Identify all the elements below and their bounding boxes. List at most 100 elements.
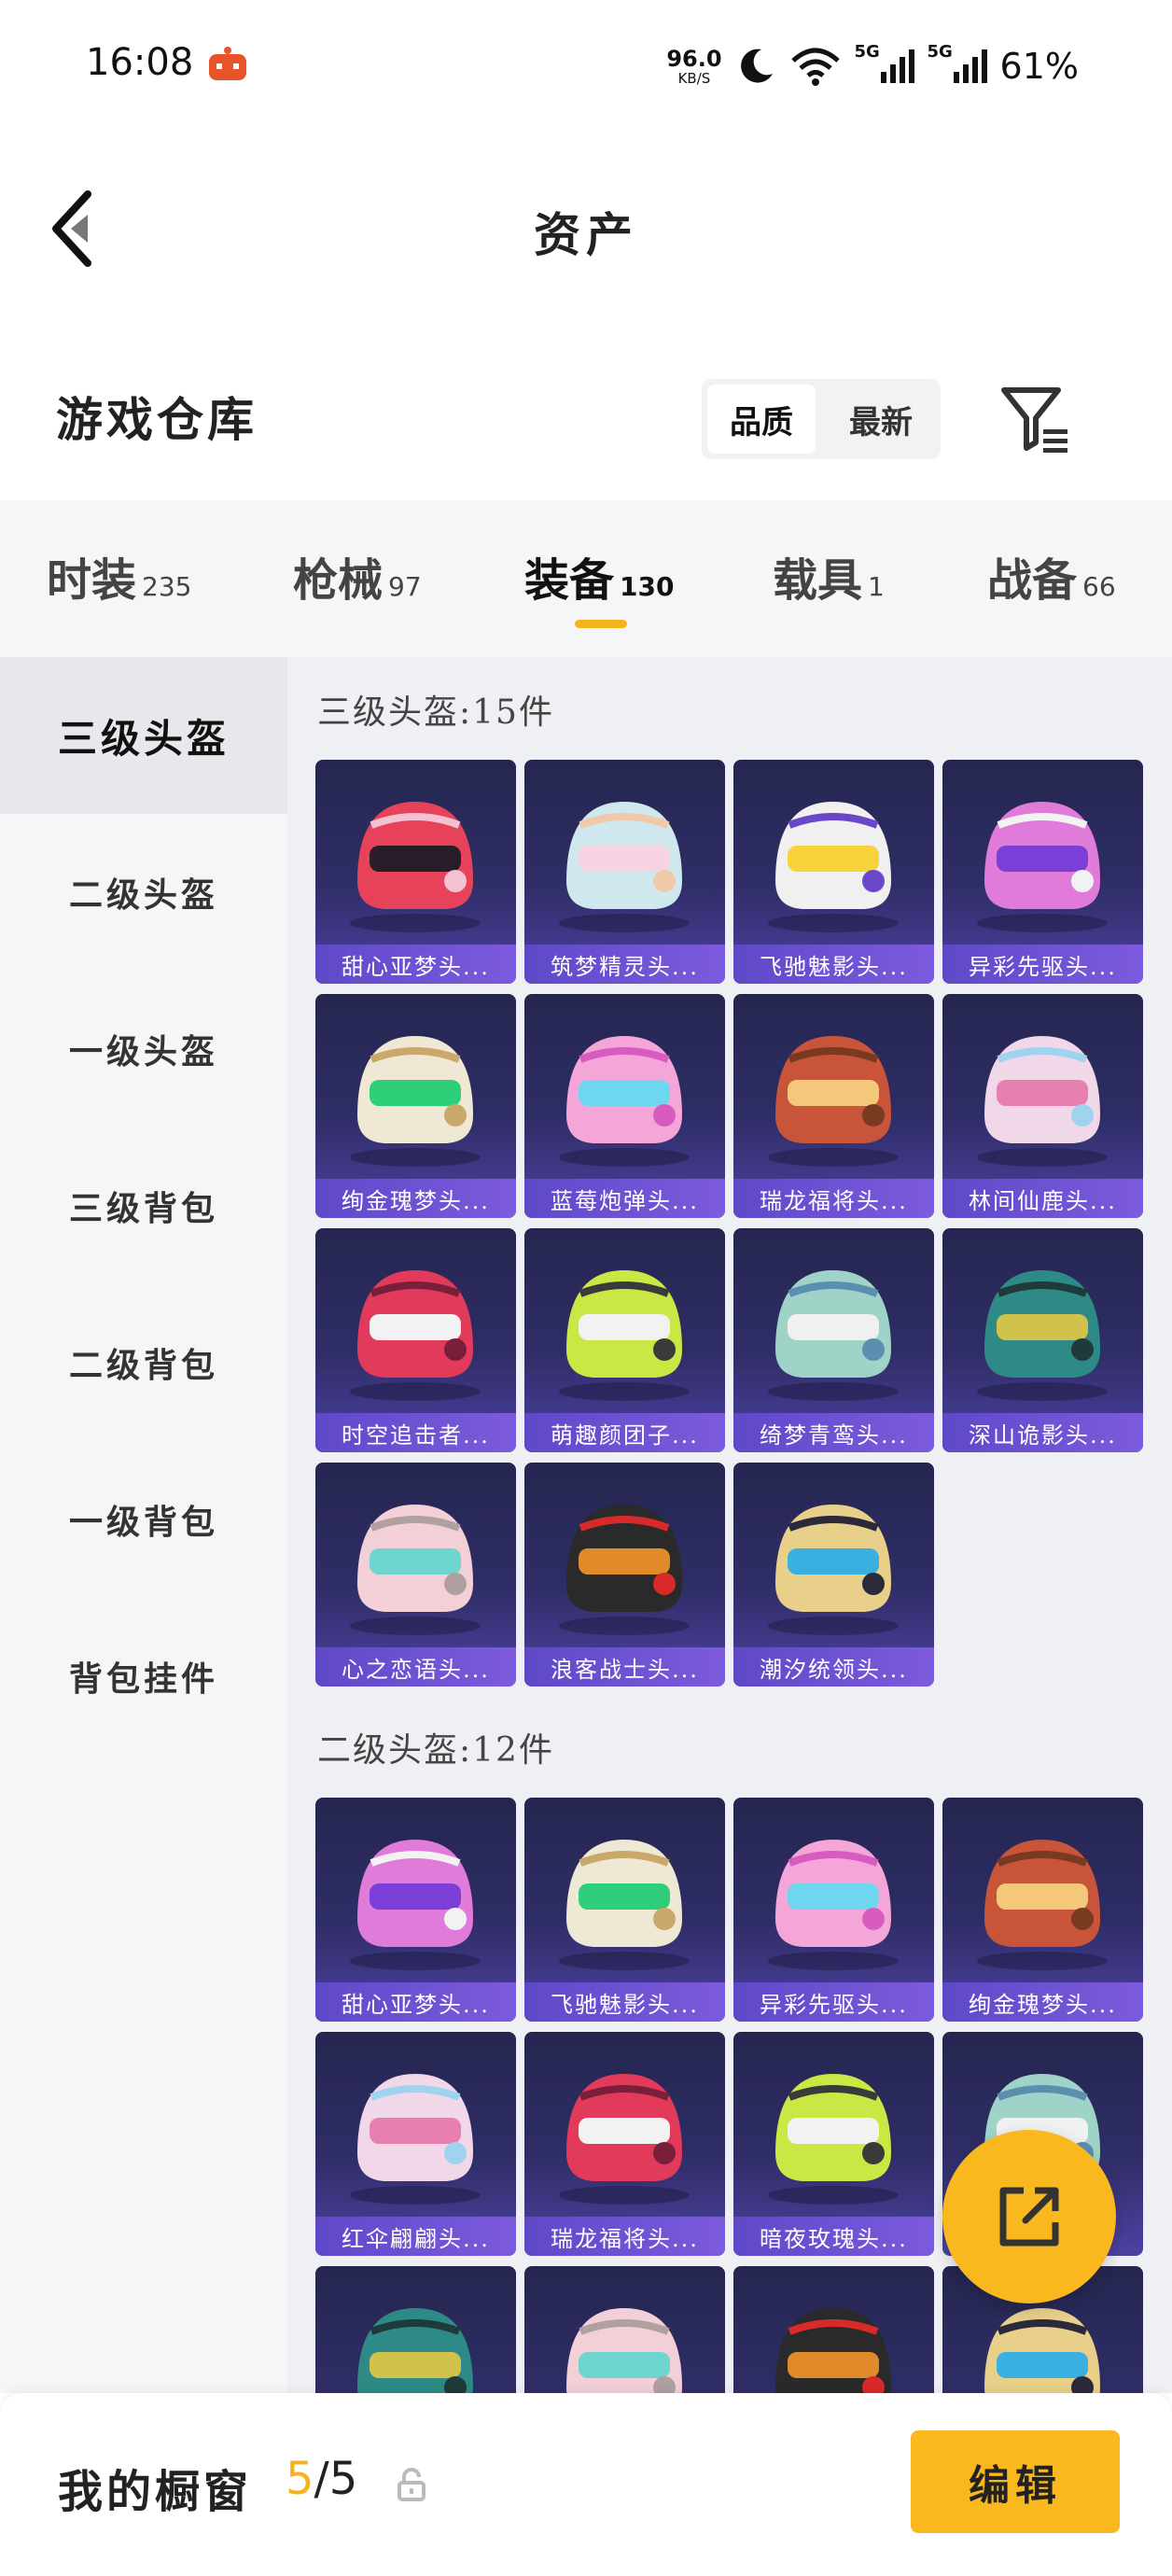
- share-button[interactable]: [942, 2130, 1116, 2303]
- item-card-label: 异彩先驱头...: [733, 1982, 934, 2022]
- helmet-icon: [559, 1505, 690, 1635]
- item-card[interactable]: 林间仙鹿头...: [942, 994, 1143, 1218]
- item-card[interactable]: 萌趣颜团子...: [524, 1228, 725, 1452]
- section-heading: 三级头盔:15件: [317, 693, 554, 732]
- item-card[interactable]: 筑梦精灵头...: [524, 760, 725, 984]
- item-card-label: 绚金瑰梦头...: [315, 1179, 516, 1218]
- helmet-icon: [768, 1036, 899, 1167]
- item-card[interactable]: [733, 2266, 934, 2393]
- helmet-icon: [768, 2074, 899, 2205]
- sidebar-item-backpack-charm[interactable]: 背包挂件: [0, 1598, 287, 1755]
- item-card[interactable]: 绚金瑰梦头...: [942, 1798, 1143, 2022]
- showcase-count: 5/5: [286, 2453, 358, 2505]
- item-card[interactable]: 甜心亚梦头...: [315, 1798, 516, 2022]
- item-card[interactable]: 深山诡影头...: [942, 1228, 1143, 1452]
- header: 资产: [0, 131, 1172, 308]
- item-card[interactable]: [315, 2266, 516, 2393]
- moon-icon: [740, 49, 773, 83]
- sidebar-item-level2-helmet[interactable]: 二级头盔: [0, 814, 287, 971]
- app-notification-icon: [209, 47, 246, 80]
- item-card[interactable]: 红伞翩翩头...: [315, 2032, 516, 2256]
- item-card-label: 异彩先驱头...: [942, 945, 1143, 984]
- helmet-icon: [350, 1270, 481, 1401]
- tab-firearms[interactable]: 枪械 97: [293, 543, 422, 609]
- item-card-label: 甜心亚梦头...: [315, 945, 516, 984]
- sidebar-item-level2-backpack[interactable]: 二级背包: [0, 1284, 287, 1441]
- item-card[interactable]: 绮梦青鸾头...: [733, 1228, 934, 1452]
- item-card-label: 筑梦精灵头...: [524, 945, 725, 984]
- item-card-label: 蓝莓炮弹头...: [524, 1179, 725, 1218]
- item-card-label: 心之恋语头...: [315, 1647, 516, 1687]
- sort-latest-button[interactable]: 最新: [827, 385, 935, 454]
- item-card[interactable]: 心之恋语头...: [315, 1463, 516, 1687]
- tab-supplies[interactable]: 战备 66: [987, 543, 1116, 609]
- category-tabs: 时装 235 枪械 97 装备 130 载具 1 战备 66: [0, 500, 1172, 657]
- item-card[interactable]: 浪客战士头...: [524, 1463, 725, 1687]
- sort-quality-button[interactable]: 品质: [707, 385, 816, 454]
- item-card[interactable]: 甜心亚梦头...: [315, 760, 516, 984]
- signal-icon-2: 5G: [928, 42, 987, 83]
- item-card[interactable]: 飞驰魅影头...: [733, 760, 934, 984]
- helmet-icon: [768, 802, 899, 932]
- helmet-icon: [559, 1270, 690, 1401]
- item-card-label: 林间仙鹿头...: [942, 1179, 1143, 1218]
- wifi-icon: [790, 48, 840, 86]
- helmet-icon: [977, 1270, 1108, 1401]
- filter-icon[interactable]: [998, 383, 1073, 457]
- item-card[interactable]: 瑞龙福将头...: [733, 994, 934, 1218]
- battery-level: 61%: [999, 46, 1079, 87]
- status-time: 16:08: [86, 41, 194, 84]
- item-card-label: 甜心亚梦头...: [315, 1982, 516, 2022]
- sidebar-item-level1-helmet[interactable]: 一级头盔: [0, 971, 287, 1127]
- helmet-icon: [350, 1036, 481, 1167]
- item-card-label: 浪客战士头...: [524, 1647, 725, 1687]
- item-card-label: 萌趣颜团子...: [524, 1413, 725, 1452]
- helmet-icon: [559, 2074, 690, 2205]
- sidebar-item-level3-helmet[interactable]: 三级头盔: [0, 657, 287, 814]
- item-card[interactable]: 异彩先驱头...: [733, 1798, 934, 2022]
- helmet-icon: [350, 1505, 481, 1635]
- item-card-label: 绚金瑰梦头...: [942, 1982, 1143, 2022]
- item-card-label: 飞驰魅影头...: [733, 945, 934, 984]
- tab-fashion[interactable]: 时装 235: [47, 543, 191, 609]
- tab-equipment[interactable]: 装备 130: [524, 543, 674, 609]
- helmet-icon: [977, 802, 1108, 932]
- helmet-icon: [566, 2308, 682, 2393]
- sidebar-item-level3-backpack[interactable]: 三级背包: [0, 1127, 287, 1284]
- sidebar-item-level1-backpack[interactable]: 一级背包: [0, 1441, 287, 1598]
- helmet-icon: [775, 2308, 891, 2393]
- item-card-label: 暗夜玫瑰头...: [733, 2217, 934, 2256]
- helmet-icon: [768, 1840, 899, 1970]
- item-card-label: 绮梦青鸾头...: [733, 1413, 934, 1452]
- sort-toggle: 品质 最新: [702, 379, 941, 459]
- network-speed: 96.0 KB/S: [666, 48, 721, 86]
- speed-value: 96.0: [666, 45, 722, 72]
- item-card[interactable]: 蓝莓炮弹头...: [524, 994, 725, 1218]
- item-card-label: 时空追击者...: [315, 1413, 516, 1452]
- showcase-label: 我的橱窗: [58, 2466, 253, 2518]
- lock-icon: [398, 2468, 426, 2501]
- item-card[interactable]: 瑞龙福将头...: [524, 2032, 725, 2256]
- helmet-icon: [350, 2074, 481, 2205]
- item-card[interactable]: 暗夜玫瑰头...: [733, 2032, 934, 2256]
- item-card-label: 瑞龙福将头...: [524, 2217, 725, 2256]
- page-title: 资产: [534, 207, 638, 262]
- tab-indicator: [575, 620, 627, 628]
- status-bar: 16:08 96.0 KB/S 5G 5G 61%: [0, 0, 1172, 131]
- item-card[interactable]: 时空追击者...: [315, 1228, 516, 1452]
- item-card[interactable]: 绚金瑰梦头...: [315, 994, 516, 1218]
- item-card[interactable]: [524, 2266, 725, 2393]
- helmet-icon: [350, 1840, 481, 1970]
- warehouse-title: 游戏仓库: [56, 392, 258, 447]
- helmet-icon: [350, 802, 481, 932]
- item-card[interactable]: 潮汐统领头...: [733, 1463, 934, 1687]
- tab-vehicles[interactable]: 载具 1: [773, 543, 885, 609]
- edit-button[interactable]: 编辑: [911, 2430, 1120, 2533]
- bottom-bar: 我的橱窗 5/5 编辑: [0, 2393, 1172, 2576]
- item-card-label: 瑞龙福将头...: [733, 1179, 934, 1218]
- item-card-label: 潮汐统领头...: [733, 1647, 934, 1687]
- item-card[interactable]: 异彩先驱头...: [942, 760, 1143, 984]
- item-card-label: 飞驰魅影头...: [524, 1982, 725, 2022]
- helmet-icon: [559, 1840, 690, 1970]
- item-card[interactable]: 飞驰魅影头...: [524, 1798, 725, 2022]
